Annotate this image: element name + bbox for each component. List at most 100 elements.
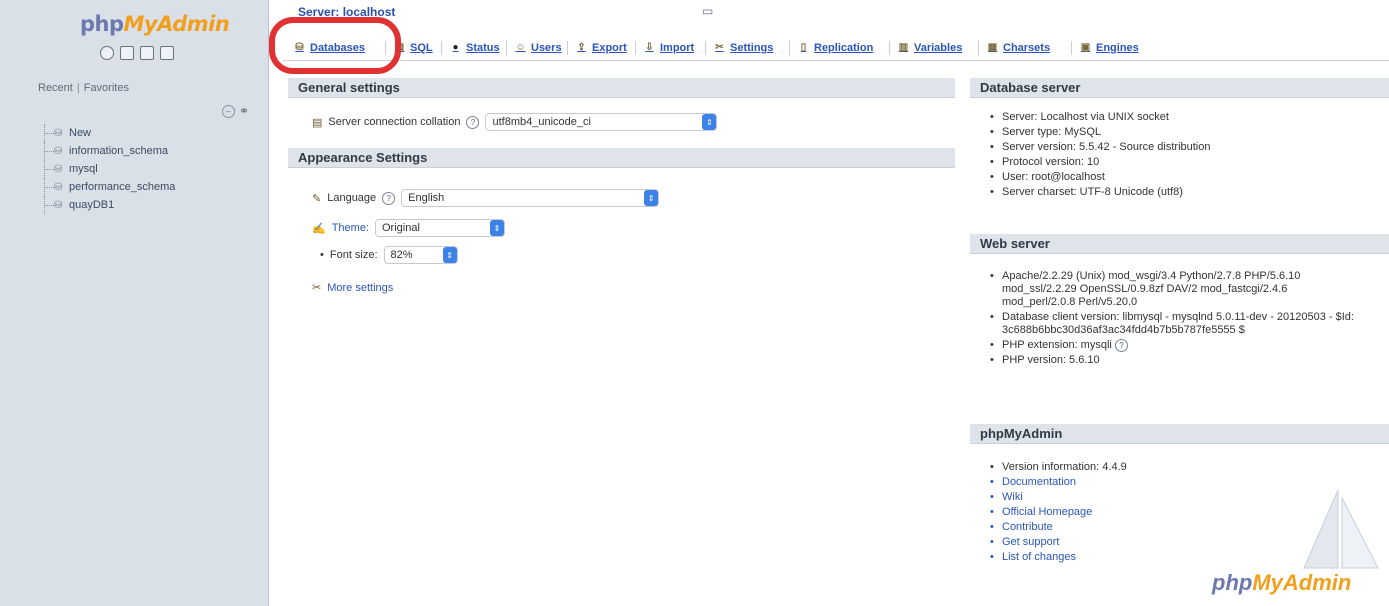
help-icon[interactable]: ? bbox=[1114, 339, 1128, 352]
tree-item-label: information_schema bbox=[69, 145, 169, 157]
highlight-annotation-circle bbox=[269, 17, 401, 74]
tab-label: Settings bbox=[730, 42, 774, 54]
link-icon[interactable]: ⚭ bbox=[239, 104, 249, 118]
phpmyadmin-logo[interactable]: phpMyAdmin bbox=[80, 12, 230, 36]
list-item: Server charset: UTF-8 Unicode (utf8) bbox=[990, 186, 1380, 199]
tab-users[interactable]: ☺ Users bbox=[506, 39, 562, 57]
watermark-myadmin-text: MyAdmin bbox=[1252, 570, 1352, 595]
tab-variables[interactable]: ▥ Variables bbox=[888, 39, 963, 57]
tab-label: Replication bbox=[814, 42, 874, 54]
web-server-header: Web server bbox=[970, 234, 1389, 254]
status-icon: ● bbox=[452, 42, 459, 53]
sql-window-icon[interactable] bbox=[120, 46, 134, 60]
tree-item-label: New bbox=[69, 127, 92, 139]
language-value: English bbox=[408, 192, 445, 204]
menu-toggle-icon[interactable]: ▭ bbox=[702, 4, 713, 18]
tree-item-mysql[interactable]: ⛁ mysql bbox=[38, 160, 175, 178]
version-info: Version information: 4.4.9 bbox=[990, 461, 1290, 474]
phpmyadmin-info-list: Version information: 4.4.9 Documentation… bbox=[990, 461, 1290, 566]
wiki-link[interactable]: Wiki bbox=[990, 491, 1290, 504]
official-homepage-link[interactable]: Official Homepage bbox=[990, 506, 1290, 519]
select-arrow-icon: ⇕ bbox=[644, 190, 659, 206]
tab-status[interactable]: ● Status bbox=[441, 39, 500, 57]
theme-row: ✍ Theme: Original ⇕ bbox=[312, 219, 505, 237]
tab-replication[interactable]: ▯ Replication bbox=[788, 39, 874, 57]
tab-settings[interactable]: ✂ Settings bbox=[704, 39, 774, 57]
theme-select[interactable]: Original ⇕ bbox=[375, 219, 505, 237]
engines-icon: ▣ bbox=[1080, 42, 1091, 53]
tab-label: Users bbox=[531, 42, 562, 54]
home-icon[interactable] bbox=[100, 46, 114, 60]
collapse-icon[interactable]: – bbox=[222, 104, 235, 118]
theme-brush-icon: ✍ bbox=[312, 222, 326, 235]
select-arrow-icon: ⇕ bbox=[490, 220, 504, 236]
tree-item-information-schema[interactable]: ⛁ information_schema bbox=[38, 142, 175, 160]
tree-item-label: performance_schema bbox=[69, 181, 176, 193]
help-icon[interactable]: ? bbox=[466, 115, 480, 129]
tree-item-label: quayDB1 bbox=[69, 199, 115, 211]
tab-export[interactable]: ⇪ Export bbox=[567, 39, 627, 57]
users-icon: ☺ bbox=[515, 42, 526, 53]
tree-item-new[interactable]: ⛁ New bbox=[38, 124, 175, 142]
logo-php-text: php bbox=[80, 12, 124, 36]
tab-label: Engines bbox=[1096, 42, 1139, 54]
get-support-link[interactable]: Get support bbox=[990, 536, 1290, 549]
language-row: ✎ Language ? English ⇕ bbox=[312, 189, 660, 207]
docs-icon[interactable] bbox=[140, 46, 154, 60]
tab-import[interactable]: ⇩ Import bbox=[634, 39, 694, 57]
collapse-all-control[interactable]: – ⚭ bbox=[222, 104, 249, 118]
more-settings-row: ✂ More settings bbox=[312, 281, 393, 295]
documentation-link[interactable]: Documentation bbox=[990, 476, 1290, 489]
export-icon: ⇪ bbox=[577, 42, 586, 53]
phpmyadmin-info-header: phpMyAdmin bbox=[970, 424, 1389, 444]
fontsize-select[interactable]: 82% ⇕ bbox=[383, 246, 458, 264]
list-item: Server type: MySQL bbox=[990, 126, 1380, 139]
favorites-tab[interactable]: Favorites bbox=[84, 82, 129, 94]
list-item: User: root@localhost bbox=[990, 171, 1380, 184]
sidebar-icon-bar bbox=[100, 46, 174, 60]
tab-engines[interactable]: ▣ Engines bbox=[1071, 39, 1139, 57]
collation-row: ▤ Server connection collation ? utf8mb4_… bbox=[312, 113, 718, 131]
collation-label: Server connection collation bbox=[328, 116, 461, 128]
contribute-link[interactable]: Contribute bbox=[990, 521, 1290, 534]
database-icon: ⛁ bbox=[54, 145, 63, 157]
navigation-panel: phpMyAdmin Recent | Favorites – ⚭ ⛁ New … bbox=[0, 0, 269, 606]
recent-tab[interactable]: Recent bbox=[38, 82, 73, 94]
logo-admin-text: Admin bbox=[157, 12, 230, 36]
tree-branch bbox=[38, 196, 54, 214]
tab-label: Variables bbox=[914, 42, 963, 54]
tree-branch bbox=[38, 178, 54, 196]
language-select[interactable]: English ⇕ bbox=[401, 189, 660, 207]
logo-my-text: My bbox=[123, 12, 158, 36]
fontsize-row: • Font size: 82% ⇕ bbox=[320, 246, 458, 264]
list-item: Apache/2.2.29 (Unix) mod_wsgi/3.4 Python… bbox=[990, 270, 1360, 309]
more-settings-link[interactable]: More settings bbox=[327, 282, 393, 294]
fontsize-value: 82% bbox=[390, 249, 413, 261]
list-item: Database client version: libmysql - mysq… bbox=[990, 311, 1360, 337]
tab-charsets[interactable]: ▦ Charsets bbox=[977, 39, 1050, 57]
select-arrow-icon: ⇕ bbox=[702, 114, 717, 130]
database-server-header: Database server bbox=[970, 78, 1389, 98]
tree-branch bbox=[38, 142, 54, 160]
theme-value: Original bbox=[382, 222, 420, 234]
theme-link[interactable]: Theme: bbox=[332, 222, 369, 234]
settings-icon: ✂ bbox=[715, 42, 724, 53]
settings-icon[interactable] bbox=[160, 46, 174, 60]
tab-separator: | bbox=[76, 82, 80, 94]
database-server-list: Server: Localhost via UNIX socket Server… bbox=[990, 111, 1380, 201]
tab-label: SQL bbox=[410, 42, 433, 54]
language-icon: ✎ bbox=[312, 192, 322, 205]
tree-item-performance-schema[interactable]: ⛁ performance_schema bbox=[38, 178, 175, 196]
tree-branch bbox=[38, 160, 54, 178]
help-icon[interactable]: ? bbox=[382, 191, 396, 205]
database-tree: ⛁ New ⛁ information_schema ⛁ mysql ⛁ per… bbox=[38, 124, 175, 214]
tree-item-quaydb1[interactable]: ⛁ quayDB1 bbox=[38, 196, 175, 214]
list-item: PHP version: 5.6.10 bbox=[990, 354, 1360, 367]
database-icon: ⛁ bbox=[54, 181, 63, 193]
collation-select[interactable]: utf8mb4_unicode_ci ⇕ bbox=[485, 113, 718, 131]
general-settings-header: General settings bbox=[288, 78, 955, 98]
list-of-changes-link[interactable]: List of changes bbox=[990, 551, 1290, 564]
replication-icon: ▯ bbox=[800, 42, 807, 53]
web-server-list: Apache/2.2.29 (Unix) mod_wsgi/3.4 Python… bbox=[990, 270, 1360, 369]
list-item: Protocol version: 10 bbox=[990, 156, 1380, 169]
